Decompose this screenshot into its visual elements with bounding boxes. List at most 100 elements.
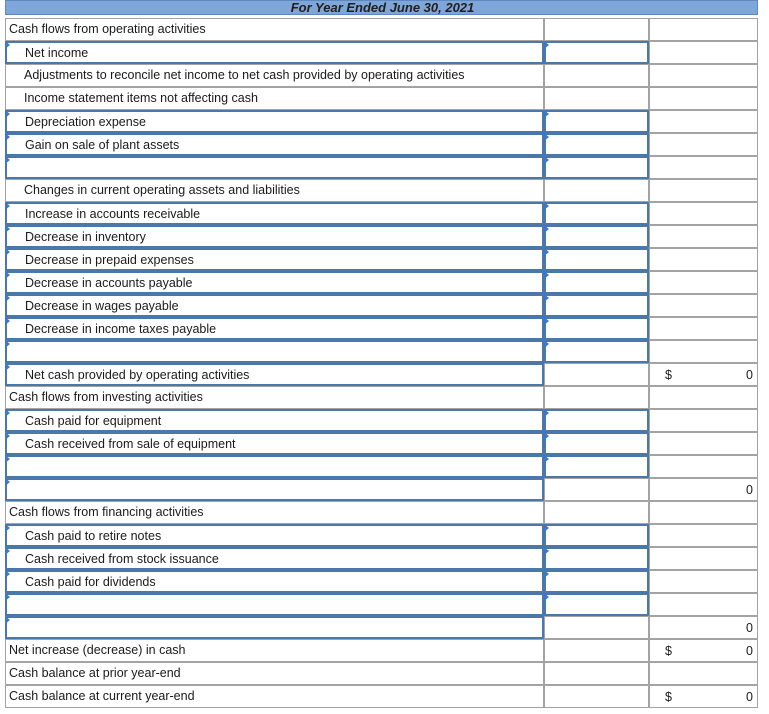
- line-item-text: Decrease in income taxes payable: [25, 322, 217, 336]
- line-item-dropdown[interactable]: [5, 616, 544, 639]
- line-item-text: Cash balance at prior year-end: [9, 666, 181, 680]
- line-item-label-cell: Cash flows from operating activities: [5, 18, 544, 41]
- statement-row: Increase in accounts receivable: [5, 202, 758, 225]
- line-item-dropdown[interactable]: Decrease in prepaid expenses: [5, 248, 544, 271]
- statement-row: Cash received from stock issuance: [5, 547, 758, 570]
- line-item-text: Net increase (decrease) in cash: [9, 643, 186, 657]
- total-cell: [649, 432, 758, 455]
- amount-cell: [544, 501, 649, 524]
- amount-cell: [544, 386, 649, 409]
- line-item-dropdown[interactable]: Decrease in inventory: [5, 225, 544, 248]
- line-item-dropdown[interactable]: Cash paid for equipment: [5, 409, 544, 432]
- total-cell: [649, 156, 758, 179]
- statement-row: Cash balance at current year-end $0: [5, 685, 758, 708]
- statement-row: Decrease in inventory: [5, 225, 758, 248]
- amount-input[interactable]: [544, 41, 649, 64]
- amount-input[interactable]: [544, 570, 649, 593]
- amount-input[interactable]: [544, 225, 649, 248]
- total-cell: $0: [649, 363, 758, 386]
- statement-row: Income statement items not affecting cas…: [5, 87, 758, 110]
- line-item-dropdown[interactable]: Cash paid to retire notes: [5, 524, 544, 547]
- total-value: 0: [746, 368, 753, 382]
- line-item-dropdown[interactable]: Decrease in accounts payable: [5, 271, 544, 294]
- amount-input[interactable]: [544, 248, 649, 271]
- line-item-dropdown[interactable]: Increase in accounts receivable: [5, 202, 544, 225]
- line-item-dropdown[interactable]: [5, 455, 544, 478]
- total-cell: [649, 64, 758, 87]
- total-cell: [649, 87, 758, 110]
- amount-input[interactable]: [544, 156, 649, 179]
- line-item-dropdown[interactable]: Cash paid for dividends: [5, 570, 544, 593]
- statement-row: [5, 340, 758, 363]
- statement-row: Decrease in accounts payable: [5, 271, 758, 294]
- amount-input[interactable]: [544, 271, 649, 294]
- line-item-text: Cash received from sale of equipment: [25, 437, 236, 451]
- line-item-text: Cash received from stock issuance: [25, 552, 219, 566]
- total-cell: [649, 294, 758, 317]
- total-cell: [649, 547, 758, 570]
- line-item-dropdown[interactable]: Depreciation expense: [5, 110, 544, 133]
- line-item-dropdown[interactable]: Net income: [5, 41, 544, 64]
- total-value: 0: [746, 690, 753, 704]
- amount-input[interactable]: [544, 133, 649, 156]
- statement-row: Cash flows from operating activities: [5, 18, 758, 41]
- statement-row: Cash paid for equipment: [5, 409, 758, 432]
- line-item-text: Changes in current operating assets and …: [24, 183, 300, 197]
- amount-input[interactable]: [544, 524, 649, 547]
- total-cell: [649, 41, 758, 64]
- statement-row: 0: [5, 478, 758, 501]
- line-item-dropdown[interactable]: Net cash provided by operating activitie…: [5, 363, 544, 386]
- line-item-dropdown[interactable]: [5, 478, 544, 501]
- amount-cell: [544, 662, 649, 685]
- total-cell: [649, 570, 758, 593]
- amount-cell: [544, 478, 649, 501]
- line-item-text: Net cash provided by operating activitie…: [25, 368, 250, 382]
- statement-row: Decrease in prepaid expenses: [5, 248, 758, 271]
- amount-input[interactable]: [544, 455, 649, 478]
- line-item-text: Increase in accounts receivable: [25, 207, 201, 221]
- line-item-dropdown[interactable]: Cash received from stock issuance: [5, 547, 544, 570]
- amount-cell: [544, 639, 649, 662]
- total-cell: [649, 662, 758, 685]
- total-cell: 0: [649, 478, 758, 501]
- total-cell: [649, 524, 758, 547]
- amount-input[interactable]: [544, 202, 649, 225]
- line-item-label-cell: Adjustments to reconcile net income to n…: [5, 64, 544, 87]
- amount-input[interactable]: [544, 409, 649, 432]
- amount-cell: [544, 179, 649, 202]
- total-cell: $0: [649, 639, 758, 662]
- total-cell: [649, 271, 758, 294]
- total-cell: [649, 501, 758, 524]
- amount-input[interactable]: [544, 110, 649, 133]
- amount-cell: [544, 685, 649, 708]
- total-value: 0: [746, 644, 753, 658]
- line-item-label-cell: Cash flows from financing activities: [5, 501, 544, 524]
- statement-row: Adjustments to reconcile net income to n…: [5, 64, 758, 87]
- amount-input[interactable]: [544, 593, 649, 616]
- line-item-label-cell: Changes in current operating assets and …: [5, 179, 544, 202]
- amount-input[interactable]: [544, 432, 649, 455]
- amount-input[interactable]: [544, 340, 649, 363]
- statement-row: Cash paid for dividends: [5, 570, 758, 593]
- amount-input[interactable]: [544, 317, 649, 340]
- line-item-dropdown[interactable]: [5, 593, 544, 616]
- currency-symbol: $: [665, 368, 672, 382]
- amount-input[interactable]: [544, 294, 649, 317]
- line-item-text: Depreciation expense: [25, 115, 146, 129]
- statement-row: Net income: [5, 41, 758, 64]
- line-item-dropdown[interactable]: Gain on sale of plant assets: [5, 133, 544, 156]
- line-item-dropdown[interactable]: Cash received from sale of equipment: [5, 432, 544, 455]
- total-cell: [649, 18, 758, 41]
- line-item-dropdown[interactable]: Decrease in wages payable: [5, 294, 544, 317]
- amount-cell: [544, 18, 649, 41]
- total-cell: 0: [649, 616, 758, 639]
- line-item-text: Income statement items not affecting cas…: [24, 91, 258, 105]
- amount-input[interactable]: [544, 547, 649, 570]
- line-item-dropdown[interactable]: [5, 156, 544, 179]
- statement-row: Cash paid to retire notes: [5, 524, 758, 547]
- line-item-dropdown[interactable]: [5, 340, 544, 363]
- statement-row: Changes in current operating assets and …: [5, 179, 758, 202]
- currency-symbol: $: [665, 644, 672, 658]
- statement-row: [5, 455, 758, 478]
- line-item-dropdown[interactable]: Decrease in income taxes payable: [5, 317, 544, 340]
